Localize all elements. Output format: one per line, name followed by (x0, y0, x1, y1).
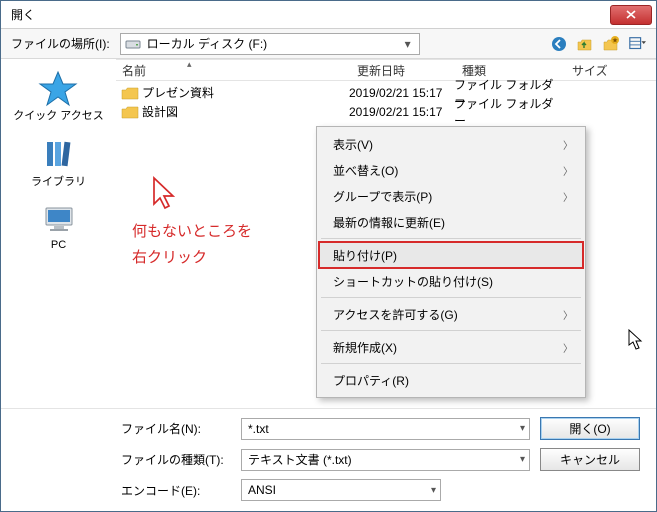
menu-item-label: 新規作成(X) (333, 339, 397, 356)
folder-icon (121, 85, 139, 101)
bottom-panel: ファイル名(N): *.txt ▾ 開く(O) ファイルの種類(T): テキスト… (1, 408, 656, 511)
cell-date: 2019/02/21 15:17 (349, 86, 454, 100)
column-name[interactable]: 名前 (116, 62, 351, 79)
folder-icon (121, 104, 139, 120)
context-menu[interactable]: 表示(V)〉並べ替え(O)〉グループで表示(P)〉最新の情報に更新(E)貼り付け… (316, 126, 586, 398)
view-menu-icon[interactable] (628, 35, 646, 53)
location-label: ファイルの場所(I): (11, 35, 110, 52)
menu-item-label: プロパティ(R) (333, 372, 409, 389)
filetype-label: ファイルの種類(T): (121, 451, 231, 468)
location-bar: ファイルの場所(I): ローカル ディスク (F:) ▾ ★ (1, 29, 656, 59)
menu-item-label: グループで表示(P) (333, 188, 432, 205)
chevron-right-icon: 〉 (563, 137, 573, 152)
svg-text:★: ★ (612, 36, 618, 44)
cell-name: 設計図 (142, 103, 349, 120)
encoding-label: エンコード(E): (121, 482, 231, 499)
titlebar: 開く (1, 1, 656, 29)
sidebar-item-library[interactable]: ライブラリ (31, 135, 86, 189)
menu-separator (321, 363, 581, 364)
close-icon (624, 9, 638, 20)
menu-item-label: 表示(V) (333, 136, 373, 153)
menu-item[interactable]: 貼り付け(P) (319, 242, 583, 268)
menu-item[interactable]: グループで表示(P) 〉 (319, 183, 583, 209)
filename-input[interactable]: *.txt ▾ (241, 418, 530, 440)
encoding-select[interactable]: ANSI ▾ (241, 479, 441, 501)
menu-item-label: 並べ替え(O) (333, 162, 398, 179)
star-icon (38, 68, 78, 108)
menu-item-label: 貼り付け(P) (333, 247, 397, 264)
list-item[interactable]: プレゼン資料2019/02/21 15:17ファイル フォルダー (116, 83, 656, 102)
column-headers[interactable]: 名前 更新日時 種類 サイズ (116, 59, 656, 81)
open-dialog: 開く ファイルの場所(I): ローカル ディスク (F:) ▾ ★ クイック ア… (0, 0, 657, 512)
menu-item[interactable]: 表示(V) 〉 (319, 131, 583, 157)
cell-date: 2019/02/21 15:17 (349, 105, 454, 119)
file-list[interactable]: 名前 更新日時 種類 サイズ プレゼン資料2019/02/21 15:17ファイ… (116, 59, 656, 408)
chevron-right-icon: 〉 (563, 163, 573, 178)
menu-item[interactable]: 最新の情報に更新(E) (319, 209, 583, 235)
menu-separator (321, 297, 581, 298)
pc-icon (39, 200, 79, 240)
menu-item[interactable]: プロパティ(R) (319, 367, 583, 393)
menu-item[interactable]: 新規作成(X) 〉 (319, 334, 583, 360)
open-button[interactable]: 開く(O) (540, 417, 640, 440)
filename-label: ファイル名(N): (121, 420, 231, 437)
chevron-down-icon: ▾ (431, 485, 436, 496)
menu-item[interactable]: アクセスを許可する(G) 〉 (319, 301, 583, 327)
places-sidebar: クイック アクセス ライブラリ PC (1, 59, 116, 408)
location-combo[interactable]: ローカル ディスク (F:) ▾ (120, 33, 420, 55)
menu-separator (321, 238, 581, 239)
chevron-down-icon: ▾ (520, 454, 525, 465)
menu-separator (321, 330, 581, 331)
chevron-right-icon: 〉 (563, 307, 573, 322)
menu-item-label: ショートカットの貼り付け(S) (333, 273, 493, 290)
column-size[interactable]: サイズ (566, 62, 616, 79)
sidebar-item-pc[interactable]: PC (39, 201, 79, 251)
list-item[interactable]: 設計図2019/02/21 15:17ファイル フォルダー (116, 102, 656, 121)
column-date[interactable]: 更新日時 (351, 62, 456, 79)
menu-item[interactable]: ショートカットの貼り付け(S) (319, 268, 583, 294)
drive-icon (125, 38, 141, 50)
cell-type: ファイル フォルダー (454, 95, 564, 129)
annotation-cursor-icon (146, 174, 186, 214)
filetype-select[interactable]: テキスト文書 (*.txt) ▾ (241, 449, 530, 471)
new-folder-icon[interactable]: ★ (602, 35, 620, 53)
chevron-right-icon: 〉 (563, 340, 573, 355)
cancel-button[interactable]: キャンセル (540, 448, 640, 471)
up-level-icon[interactable] (576, 35, 594, 53)
location-value: ローカル ディスク (F:) (147, 35, 401, 52)
cell-name: プレゼン資料 (142, 84, 349, 101)
menu-item[interactable]: 並べ替え(O) 〉 (319, 157, 583, 183)
menu-item-label: 最新の情報に更新(E) (333, 214, 445, 231)
back-icon[interactable] (550, 35, 568, 53)
sidebar-item-quick-access[interactable]: クイック アクセス (13, 69, 104, 123)
cursor-icon (627, 329, 645, 351)
encoding-value: ANSI (248, 483, 276, 497)
menu-item-label: アクセスを許可する(G) (333, 306, 458, 323)
filetype-value: テキスト文書 (*.txt) (248, 451, 352, 468)
library-icon (39, 134, 79, 174)
annotation-text: 何もないところを 右クリック (132, 219, 252, 270)
sidebar-item-label: PC (51, 239, 66, 251)
close-button[interactable] (610, 5, 652, 25)
chevron-down-icon: ▾ (401, 37, 415, 51)
sidebar-item-label: ライブラリ (31, 173, 86, 189)
filename-value: *.txt (248, 422, 269, 436)
chevron-down-icon: ▾ (520, 423, 525, 434)
sidebar-item-label: クイック アクセス (13, 107, 104, 123)
window-title: 開く (11, 6, 35, 23)
chevron-right-icon: 〉 (563, 189, 573, 204)
